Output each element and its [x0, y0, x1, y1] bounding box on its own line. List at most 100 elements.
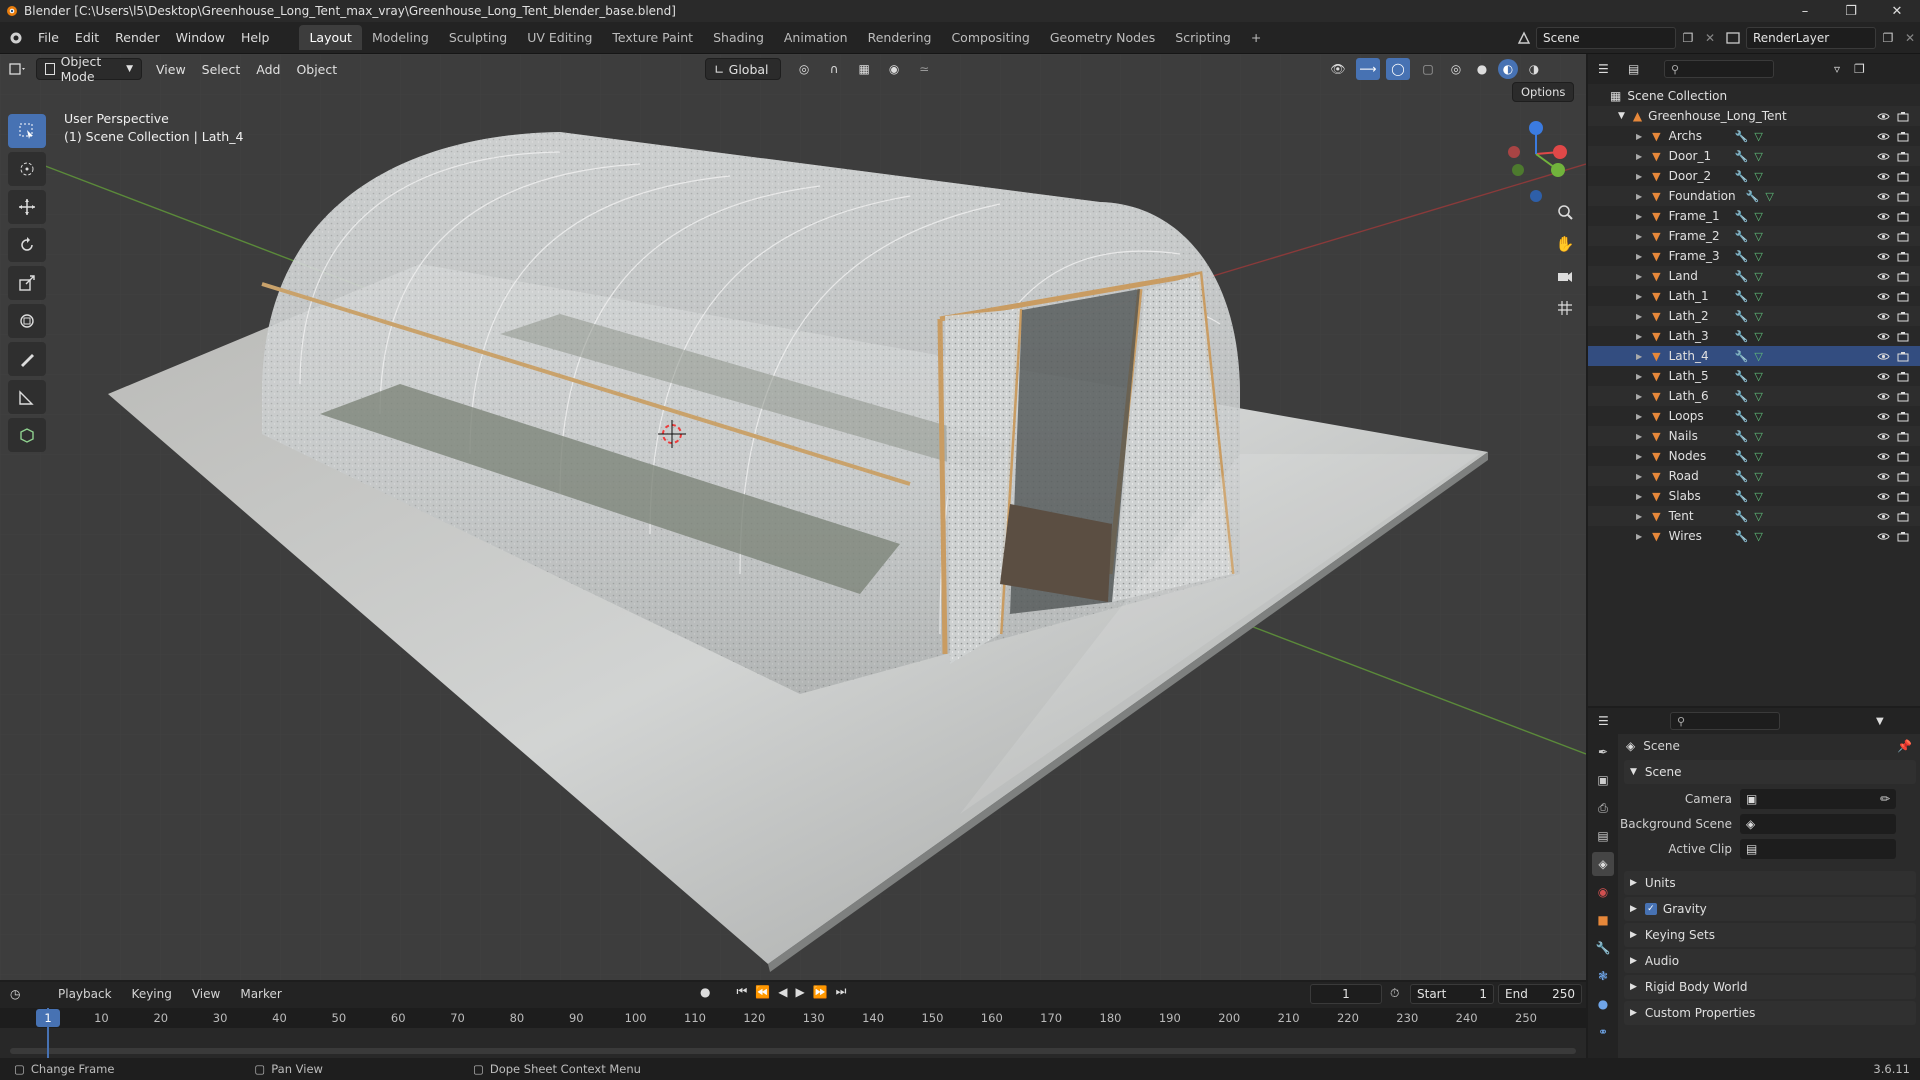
- add-cube-tool-icon[interactable]: [8, 418, 46, 452]
- expand-arrow-icon[interactable]: ▶: [1636, 252, 1642, 261]
- jump-next-keyframe-icon[interactable]: ⏩: [813, 985, 828, 999]
- rotate-tool-icon[interactable]: [8, 228, 46, 262]
- modifier-icon[interactable]: 🔧: [1735, 450, 1749, 463]
- gizmo-toggle-icon[interactable]: ⟶: [1356, 58, 1380, 80]
- expand-arrow-icon[interactable]: ▶: [1636, 412, 1642, 421]
- eye-icon[interactable]: [1876, 209, 1890, 223]
- new-view-layer-icon[interactable]: ❐: [1876, 31, 1900, 45]
- render-camera-icon[interactable]: [1896, 329, 1910, 343]
- expand-arrow-icon[interactable]: ▶: [1636, 172, 1642, 181]
- eye-icon[interactable]: [1876, 249, 1890, 263]
- delete-scene-icon[interactable]: ✕: [1700, 31, 1720, 45]
- render-camera-icon[interactable]: [1896, 389, 1910, 403]
- eye-icon[interactable]: [1876, 389, 1890, 403]
- expand-arrow-icon[interactable]: ▶: [1636, 472, 1642, 481]
- current-frame-field[interactable]: 1: [1310, 984, 1382, 1004]
- physics-tab-icon[interactable]: ●: [1592, 992, 1614, 1016]
- outliner-item-lath-4[interactable]: ▶ ▼ Lath_4 🔧 ▽: [1588, 346, 1920, 366]
- start-frame-field[interactable]: Start 1: [1410, 984, 1494, 1004]
- expand-arrow-icon[interactable]: ▶: [1636, 452, 1642, 461]
- world-tab-icon[interactable]: ◉: [1592, 880, 1614, 904]
- viewport-menu-view[interactable]: View: [148, 62, 194, 77]
- modifier-icon[interactable]: 🔧: [1735, 170, 1749, 183]
- outliner-item-wires[interactable]: ▶ ▼ Wires 🔧 ▽: [1588, 526, 1920, 546]
- outliner-item-door-2[interactable]: ▶ ▼ Door_2 🔧 ▽: [1588, 166, 1920, 186]
- timeline-track-area[interactable]: [0, 1028, 1586, 1058]
- timeline-editor-icon[interactable]: ◷: [10, 987, 46, 1001]
- filter-icon[interactable]: ▿: [1834, 62, 1840, 76]
- proportional-editing-icon[interactable]: ◉: [879, 62, 909, 76]
- render-camera-icon[interactable]: [1896, 429, 1910, 443]
- eye-icon[interactable]: [1876, 489, 1890, 503]
- eye-icon[interactable]: [1876, 149, 1890, 163]
- scene-tab-icon[interactable]: ◈: [1592, 852, 1614, 876]
- modifier-icon[interactable]: 🔧: [1735, 470, 1749, 483]
- expand-arrow-icon[interactable]: ▶: [1636, 332, 1642, 341]
- new-collection-icon[interactable]: ❐: [1854, 62, 1865, 76]
- solid-shading-icon[interactable]: ●: [1472, 62, 1492, 76]
- jump-end-icon[interactable]: ⏭: [836, 984, 847, 999]
- xray-toggle-icon[interactable]: ▢: [1416, 62, 1440, 76]
- particles-tab-icon[interactable]: ❃: [1592, 964, 1614, 988]
- tab-layout[interactable]: Layout: [299, 25, 362, 50]
- render-camera-icon[interactable]: [1896, 469, 1910, 483]
- eye-icon[interactable]: [1876, 289, 1890, 303]
- expand-arrow-icon[interactable]: ▶: [1636, 352, 1642, 361]
- modifier-icon[interactable]: 🔧: [1735, 290, 1749, 303]
- modifier-icon[interactable]: 🔧: [1735, 370, 1749, 383]
- modifier-icon[interactable]: 🔧: [1735, 410, 1749, 423]
- expand-arrow-icon[interactable]: ▶: [1636, 192, 1642, 201]
- camera-field[interactable]: ▣ ✏: [1740, 788, 1896, 809]
- pan-hand-icon[interactable]: ✋: [1552, 231, 1578, 257]
- tab-animation[interactable]: Animation: [774, 25, 858, 50]
- expand-arrow-icon[interactable]: ▶: [1636, 492, 1642, 501]
- outliner-item-frame-2[interactable]: ▶ ▼ Frame_2 🔧 ▽: [1588, 226, 1920, 246]
- scene-selector-icon[interactable]: [1512, 31, 1536, 45]
- outliner-item-slabs[interactable]: ▶ ▼ Slabs 🔧 ▽: [1588, 486, 1920, 506]
- annotate-tool-icon[interactable]: [8, 342, 46, 376]
- expand-arrow-icon[interactable]: ▶: [1636, 292, 1642, 301]
- add-workspace-button[interactable]: +: [1241, 25, 1271, 50]
- eye-icon[interactable]: [1876, 529, 1890, 543]
- outliner-item-tent[interactable]: ▶ ▼ Tent 🔧 ▽: [1588, 506, 1920, 526]
- outliner-item-road[interactable]: ▶ ▼ Road 🔧 ▽: [1588, 466, 1920, 486]
- transform-orientation-dropdown[interactable]: ∟ Global: [705, 58, 782, 80]
- mesh-data-icon[interactable]: ▽: [1754, 530, 1762, 543]
- outliner-item-nodes[interactable]: ▶ ▼ Nodes 🔧 ▽: [1588, 446, 1920, 466]
- modifier-icon[interactable]: 🔧: [1735, 510, 1749, 523]
- mesh-data-icon[interactable]: ▽: [1754, 310, 1762, 323]
- expand-arrow-icon[interactable]: ▶: [1636, 312, 1642, 321]
- outliner-item-loops[interactable]: ▶ ▼ Loops 🔧 ▽: [1588, 406, 1920, 426]
- timeline-ruler[interactable]: 1102030405060708090100110120130140150160…: [0, 1008, 1586, 1028]
- mesh-data-icon[interactable]: ▽: [1754, 470, 1762, 483]
- render-camera-icon[interactable]: [1896, 369, 1910, 383]
- tool-tab-icon[interactable]: ✒: [1592, 740, 1614, 764]
- modifier-icon[interactable]: 🔧: [1735, 530, 1749, 543]
- modifier-icon[interactable]: 🔧: [1735, 130, 1749, 143]
- properties-options-icon[interactable]: ▼: [1876, 716, 1884, 727]
- eye-icon[interactable]: [1876, 109, 1890, 123]
- pin-icon[interactable]: 📌: [1897, 739, 1912, 753]
- eye-icon[interactable]: [1876, 509, 1890, 523]
- modifier-icon[interactable]: 🔧: [1735, 270, 1749, 283]
- tab-texture-paint[interactable]: Texture Paint: [602, 25, 703, 50]
- rigid-body-world-panel-header[interactable]: ▶ Rigid Body World: [1624, 975, 1916, 999]
- modifier-icon[interactable]: 🔧: [1735, 230, 1749, 243]
- eye-icon[interactable]: [1876, 229, 1890, 243]
- maximize-button[interactable]: ❐: [1828, 0, 1874, 22]
- tab-shading[interactable]: Shading: [703, 25, 774, 50]
- expand-arrow-icon[interactable]: ▶: [1636, 432, 1642, 441]
- mesh-data-icon[interactable]: ▽: [1754, 390, 1762, 403]
- modifier-icon[interactable]: 🔧: [1735, 430, 1749, 443]
- menu-edit[interactable]: Edit: [67, 30, 107, 45]
- outliner-collection-row[interactable]: ▼ ▲ Greenhouse_Long_Tent: [1588, 106, 1920, 126]
- viewport-menu-add[interactable]: Add: [248, 62, 288, 77]
- render-camera-icon[interactable]: [1896, 229, 1910, 243]
- mesh-data-icon[interactable]: ▽: [1754, 210, 1762, 223]
- timeline-menu-marker[interactable]: Marker: [232, 987, 289, 1001]
- expand-arrow-icon[interactable]: ▶: [1636, 392, 1642, 401]
- timeline-menu-keying[interactable]: Keying: [124, 987, 180, 1001]
- render-tab-icon[interactable]: ▣: [1592, 768, 1614, 792]
- expand-arrow-icon[interactable]: ▶: [1636, 152, 1642, 161]
- outliner-item-lath-1[interactable]: ▶ ▼ Lath_1 🔧 ▽: [1588, 286, 1920, 306]
